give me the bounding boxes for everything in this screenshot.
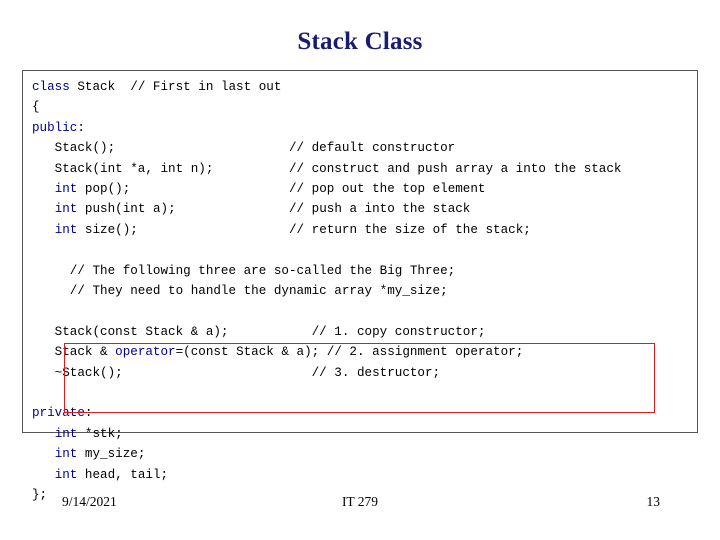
code-line: // They need to handle the dynamic array… <box>32 281 621 301</box>
code-span: ~Stack(); // 3. destructor; <box>32 365 441 380</box>
code-line: int size(); // return the size of the st… <box>32 220 621 240</box>
code-keyword: class <box>32 80 70 94</box>
code-keyword: int <box>54 447 78 462</box>
page-title: Stack Class <box>297 28 423 55</box>
code-span: =(const Stack & a); // 2. assignment ope… <box>175 345 524 360</box>
code-span <box>32 447 55 461</box>
code-span <box>32 468 55 482</box>
footer-page-number: 13 <box>646 494 661 509</box>
code-line: class Stack // First in last out <box>32 77 621 97</box>
code-keyword: private <box>32 406 85 421</box>
code-span: pop(); // pop out the top element <box>77 182 486 197</box>
code-line: int head, tail; <box>32 465 621 485</box>
code-keyword: int <box>54 222 78 237</box>
code-line: Stack(); // default constructor <box>32 138 621 158</box>
code-line: public: <box>32 118 621 138</box>
code-line: Stack(const Stack & a); // 1. copy const… <box>32 322 621 342</box>
code-span <box>32 427 55 441</box>
code-span <box>32 182 55 196</box>
code-span: { <box>32 100 40 115</box>
code-span: // The following three are so-called the… <box>32 263 456 278</box>
code-span: push(int a); // push a into the stack <box>77 202 471 217</box>
code-line: ~Stack(); // 3. destructor; <box>32 363 621 383</box>
code-span: Stack // First in last out <box>69 80 282 94</box>
slide: Stack Class class Stack // First in last… <box>0 0 720 540</box>
code-line: int push(int a); // push a into the stac… <box>32 199 621 219</box>
code-line: Stack(int *a, int n); // construct and p… <box>32 159 622 179</box>
code-line: int *stk; <box>32 424 621 444</box>
code-span: my_size; <box>77 447 146 462</box>
code-keyword: int <box>54 182 78 197</box>
code-span: size(); // return the size of the stack; <box>77 222 531 237</box>
code-keyword: operator <box>115 345 176 360</box>
code-span: : <box>84 406 93 421</box>
code-span: Stack(const Stack & a); // 1. copy const… <box>32 324 486 339</box>
slide-footer: 9/14/2021 IT 279 13 <box>0 494 720 514</box>
code-span: Stack(); // default constructor <box>32 141 456 156</box>
code-keyword: public <box>32 120 78 135</box>
code-span: Stack & <box>32 345 116 360</box>
footer-course: IT 279 <box>341 494 379 509</box>
code-span <box>32 223 55 237</box>
code-line: int pop(); // pop out the top element <box>32 179 621 199</box>
code-text: class Stack // First in last out { public:… <box>32 77 621 505</box>
code-span: // They need to handle the dynamic array… <box>32 284 448 299</box>
code-keyword: int <box>54 467 78 482</box>
code-line: private: <box>32 403 621 423</box>
code-block: class Stack // First in last out { public:… <box>22 70 698 502</box>
code-span: : <box>77 120 85 135</box>
code-line: Stack & operator=(const Stack & a); // 2… <box>32 342 621 362</box>
code-keyword: int <box>54 202 78 217</box>
code-line: // The following three are so-called the… <box>32 261 621 281</box>
code-span: head, tail; <box>77 467 169 482</box>
code-span <box>32 202 55 216</box>
code-span: *stk; <box>77 426 123 441</box>
code-line: int my_size; <box>32 444 621 464</box>
code-line: { <box>32 97 621 117</box>
code-span: Stack(int *a, int n); // construct and p… <box>32 161 622 176</box>
code-keyword: int <box>54 426 78 441</box>
